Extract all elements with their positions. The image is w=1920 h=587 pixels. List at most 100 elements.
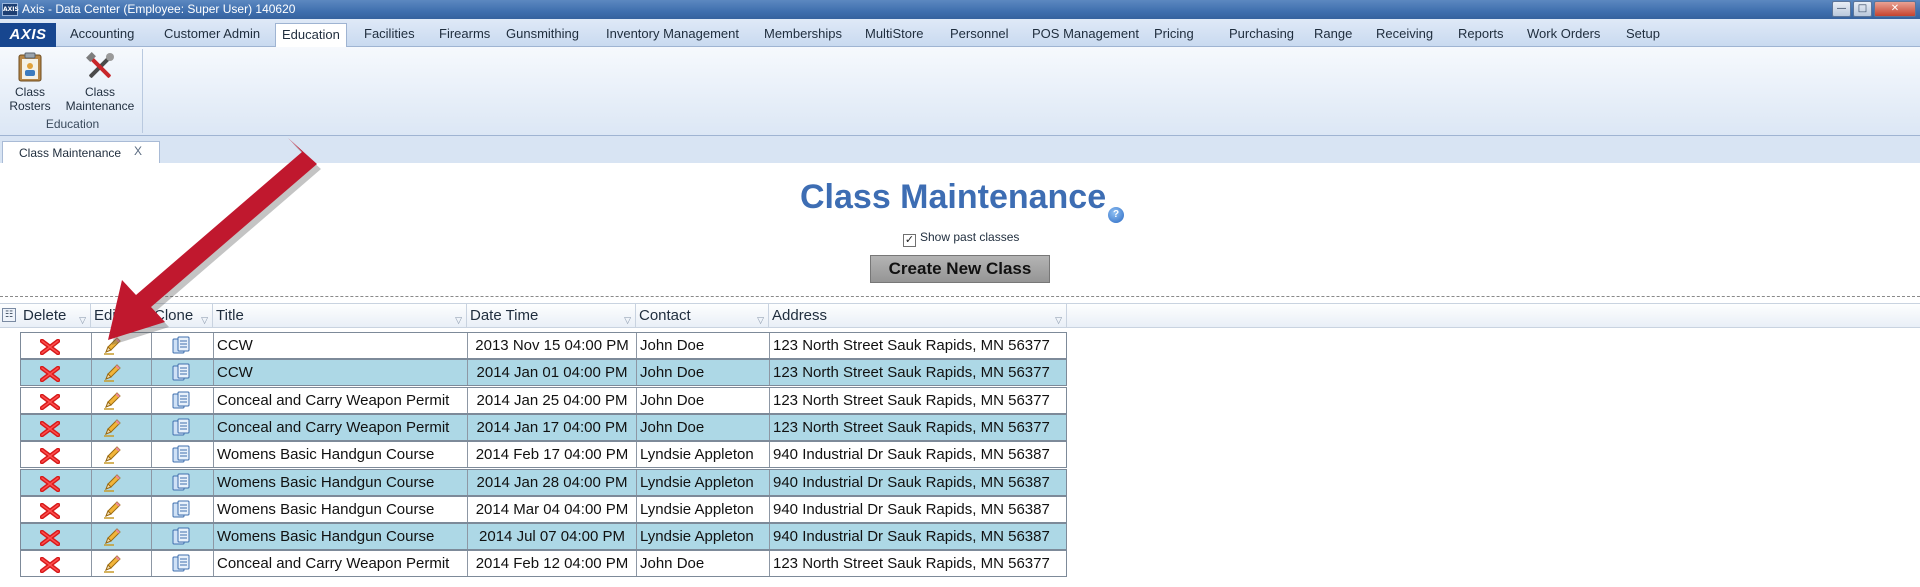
window-title: Axis - Data Center (Employee: Super User… bbox=[22, 2, 296, 16]
delete-icon[interactable] bbox=[39, 393, 61, 410]
delete-icon[interactable] bbox=[39, 529, 61, 547]
menu-facilities[interactable]: Facilities bbox=[358, 23, 421, 47]
edit-cell bbox=[92, 469, 152, 495]
cell-datetime: 2014 Feb 17 04:00 PM bbox=[468, 442, 637, 468]
menu-reports[interactable]: Reports bbox=[1452, 23, 1510, 47]
menu-setup[interactable]: Setup bbox=[1620, 23, 1666, 47]
clone-icon[interactable] bbox=[171, 418, 191, 438]
clone-icon[interactable] bbox=[171, 527, 191, 547]
minimize-icon[interactable]: — bbox=[1832, 1, 1851, 17]
tab-class-maintenance[interactable]: Class Maintenance X bbox=[2, 141, 160, 163]
filter-icon[interactable]: ▽ bbox=[455, 308, 462, 328]
axis-brand-tab[interactable]: AXIS bbox=[0, 23, 56, 47]
edit-pencil-icon[interactable] bbox=[102, 500, 122, 520]
delete-cell bbox=[21, 333, 92, 358]
menu-inventory-management[interactable]: Inventory Management bbox=[600, 23, 745, 47]
cell-contact: John Doe bbox=[637, 414, 770, 440]
filter-icon[interactable]: ▽ bbox=[624, 308, 631, 328]
clone-icon[interactable] bbox=[171, 391, 191, 411]
menu-receiving[interactable]: Receiving bbox=[1370, 23, 1439, 47]
menu-firearms[interactable]: Firearms bbox=[433, 23, 496, 47]
help-icon[interactable]: ? bbox=[1108, 207, 1124, 223]
cell-contact: Lyndsie Appleton bbox=[637, 469, 770, 495]
menu-education[interactable]: Education bbox=[275, 23, 347, 48]
create-new-class-button[interactable]: Create New Class bbox=[870, 255, 1050, 283]
table-row[interactable]: Conceal and Carry Weapon Permit 2014 Jan … bbox=[20, 386, 1067, 414]
clone-icon[interactable] bbox=[171, 500, 191, 520]
maximize-icon[interactable]: □ bbox=[1853, 1, 1872, 17]
edit-pencil-icon[interactable] bbox=[102, 527, 122, 547]
edit-cell bbox=[92, 333, 152, 358]
filter-icon[interactable]: ▽ bbox=[79, 308, 86, 328]
delete-icon[interactable] bbox=[39, 502, 61, 520]
menu-gunsmithing[interactable]: Gunsmithing bbox=[500, 23, 585, 47]
menu-pos-management[interactable]: POS Management bbox=[1026, 23, 1145, 47]
table-row[interactable]: Conceal and Carry Weapon Permit 2014 Jan … bbox=[20, 413, 1067, 441]
filter-icon[interactable]: ▽ bbox=[1055, 308, 1062, 328]
delete-icon[interactable] bbox=[39, 365, 61, 383]
column-header-address[interactable]: Address ▽ bbox=[769, 304, 1067, 328]
clone-icon[interactable] bbox=[171, 363, 191, 383]
edit-pencil-icon[interactable] bbox=[102, 554, 122, 574]
edit-pencil-icon[interactable] bbox=[102, 418, 122, 438]
column-header-date-time[interactable]: Date Time ▽ bbox=[467, 304, 636, 328]
column-header-edit[interactable]: Edit ▽ bbox=[91, 304, 151, 328]
clone-cell bbox=[152, 333, 214, 358]
clone-icon[interactable] bbox=[171, 473, 191, 493]
cell-address: 940 Industrial Dr Sauk Rapids, MN 56387 bbox=[773, 446, 1050, 464]
delete-cell bbox=[21, 442, 92, 468]
table-row[interactable]: Womens Basic Handgun Course 2014 Feb 17 0… bbox=[20, 441, 1067, 469]
menu-memberships[interactable]: Memberships bbox=[758, 23, 848, 47]
tab-close-icon[interactable]: X bbox=[134, 144, 142, 158]
table-row[interactable]: Conceal and Carry Weapon Permit 2014 Feb … bbox=[20, 550, 1067, 578]
edit-pencil-icon[interactable] bbox=[102, 391, 122, 411]
clone-cell bbox=[152, 414, 214, 440]
cell-datetime: 2014 Jan 28 04:00 PM bbox=[468, 469, 637, 495]
column-header-contact[interactable]: Contact ▽ bbox=[636, 304, 769, 328]
table-row[interactable]: Womens Basic Handgun Course 2014 Mar 04 0… bbox=[20, 495, 1067, 523]
edit-pencil-icon[interactable] bbox=[102, 473, 122, 493]
delete-icon[interactable] bbox=[39, 556, 61, 574]
filter-icon[interactable]: ▽ bbox=[201, 308, 208, 328]
cell-address: 123 North Street Sauk Rapids, MN 56377 bbox=[773, 418, 1050, 436]
class-rosters-button[interactable]: Class Rosters bbox=[8, 51, 52, 113]
clone-icon[interactable] bbox=[171, 336, 191, 356]
filter-icon[interactable]: ▽ bbox=[757, 308, 764, 328]
table-row[interactable]: CCW 2013 Nov 15 04:00 PM John Doe 123 North… bbox=[20, 332, 1067, 359]
menu-personnel[interactable]: Personnel bbox=[944, 23, 1015, 47]
table-row[interactable]: CCW 2014 Jan 01 04:00 PM John Doe 123 North… bbox=[20, 359, 1067, 387]
document-tab-strip: Class Maintenance X bbox=[0, 136, 1920, 163]
menu-pricing[interactable]: Pricing bbox=[1148, 23, 1200, 47]
edit-pencil-icon[interactable] bbox=[102, 445, 122, 465]
class-rosters-line1: Class bbox=[14, 85, 45, 99]
menu-multistore[interactable]: MultiStore bbox=[859, 23, 930, 47]
delete-icon[interactable] bbox=[39, 338, 61, 356]
clone-icon[interactable] bbox=[171, 445, 191, 465]
delete-icon[interactable] bbox=[39, 475, 61, 492]
show-past-classes-toggle[interactable]: ✓ Show past classes bbox=[903, 230, 1019, 247]
edit-pencil-icon[interactable] bbox=[102, 363, 122, 383]
column-chooser-icon[interactable]: ☷ bbox=[2, 308, 16, 322]
delete-icon[interactable] bbox=[39, 420, 61, 438]
menu-work-orders[interactable]: Work Orders bbox=[1521, 23, 1606, 47]
delete-icon[interactable] bbox=[39, 447, 61, 465]
class-rosters-line2: Rosters bbox=[9, 99, 51, 113]
menu-customer-admin[interactable]: Customer Admin bbox=[158, 23, 266, 47]
clone-icon[interactable] bbox=[171, 554, 191, 574]
edit-pencil-icon[interactable] bbox=[102, 336, 122, 356]
close-icon[interactable]: ✕ bbox=[1874, 1, 1916, 17]
table-row[interactable]: Womens Basic Handgun Course 2014 Jan 28 0… bbox=[20, 468, 1067, 496]
tab-label: Class Maintenance bbox=[19, 146, 122, 160]
edit-cell bbox=[92, 524, 152, 550]
menu-purchasing[interactable]: Purchasing bbox=[1223, 23, 1300, 47]
class-maintenance-button[interactable]: Class Maintenance bbox=[62, 51, 138, 113]
menu-range[interactable]: Range bbox=[1308, 23, 1358, 47]
filter-icon[interactable]: ▽ bbox=[139, 308, 146, 328]
show-past-checkbox[interactable]: ✓ bbox=[903, 234, 916, 247]
table-row[interactable]: Womens Basic Handgun Course 2014 Jul 07 0… bbox=[20, 523, 1067, 551]
menu-accounting[interactable]: Accounting bbox=[64, 23, 140, 47]
column-header-clone[interactable]: Clone ▽ bbox=[151, 304, 213, 328]
column-header-delete[interactable]: Delete ▽ bbox=[20, 304, 91, 328]
column-header-title[interactable]: Title ▽ bbox=[213, 304, 467, 328]
cell-address: 940 Industrial Dr Sauk Rapids, MN 56387 bbox=[773, 500, 1050, 518]
